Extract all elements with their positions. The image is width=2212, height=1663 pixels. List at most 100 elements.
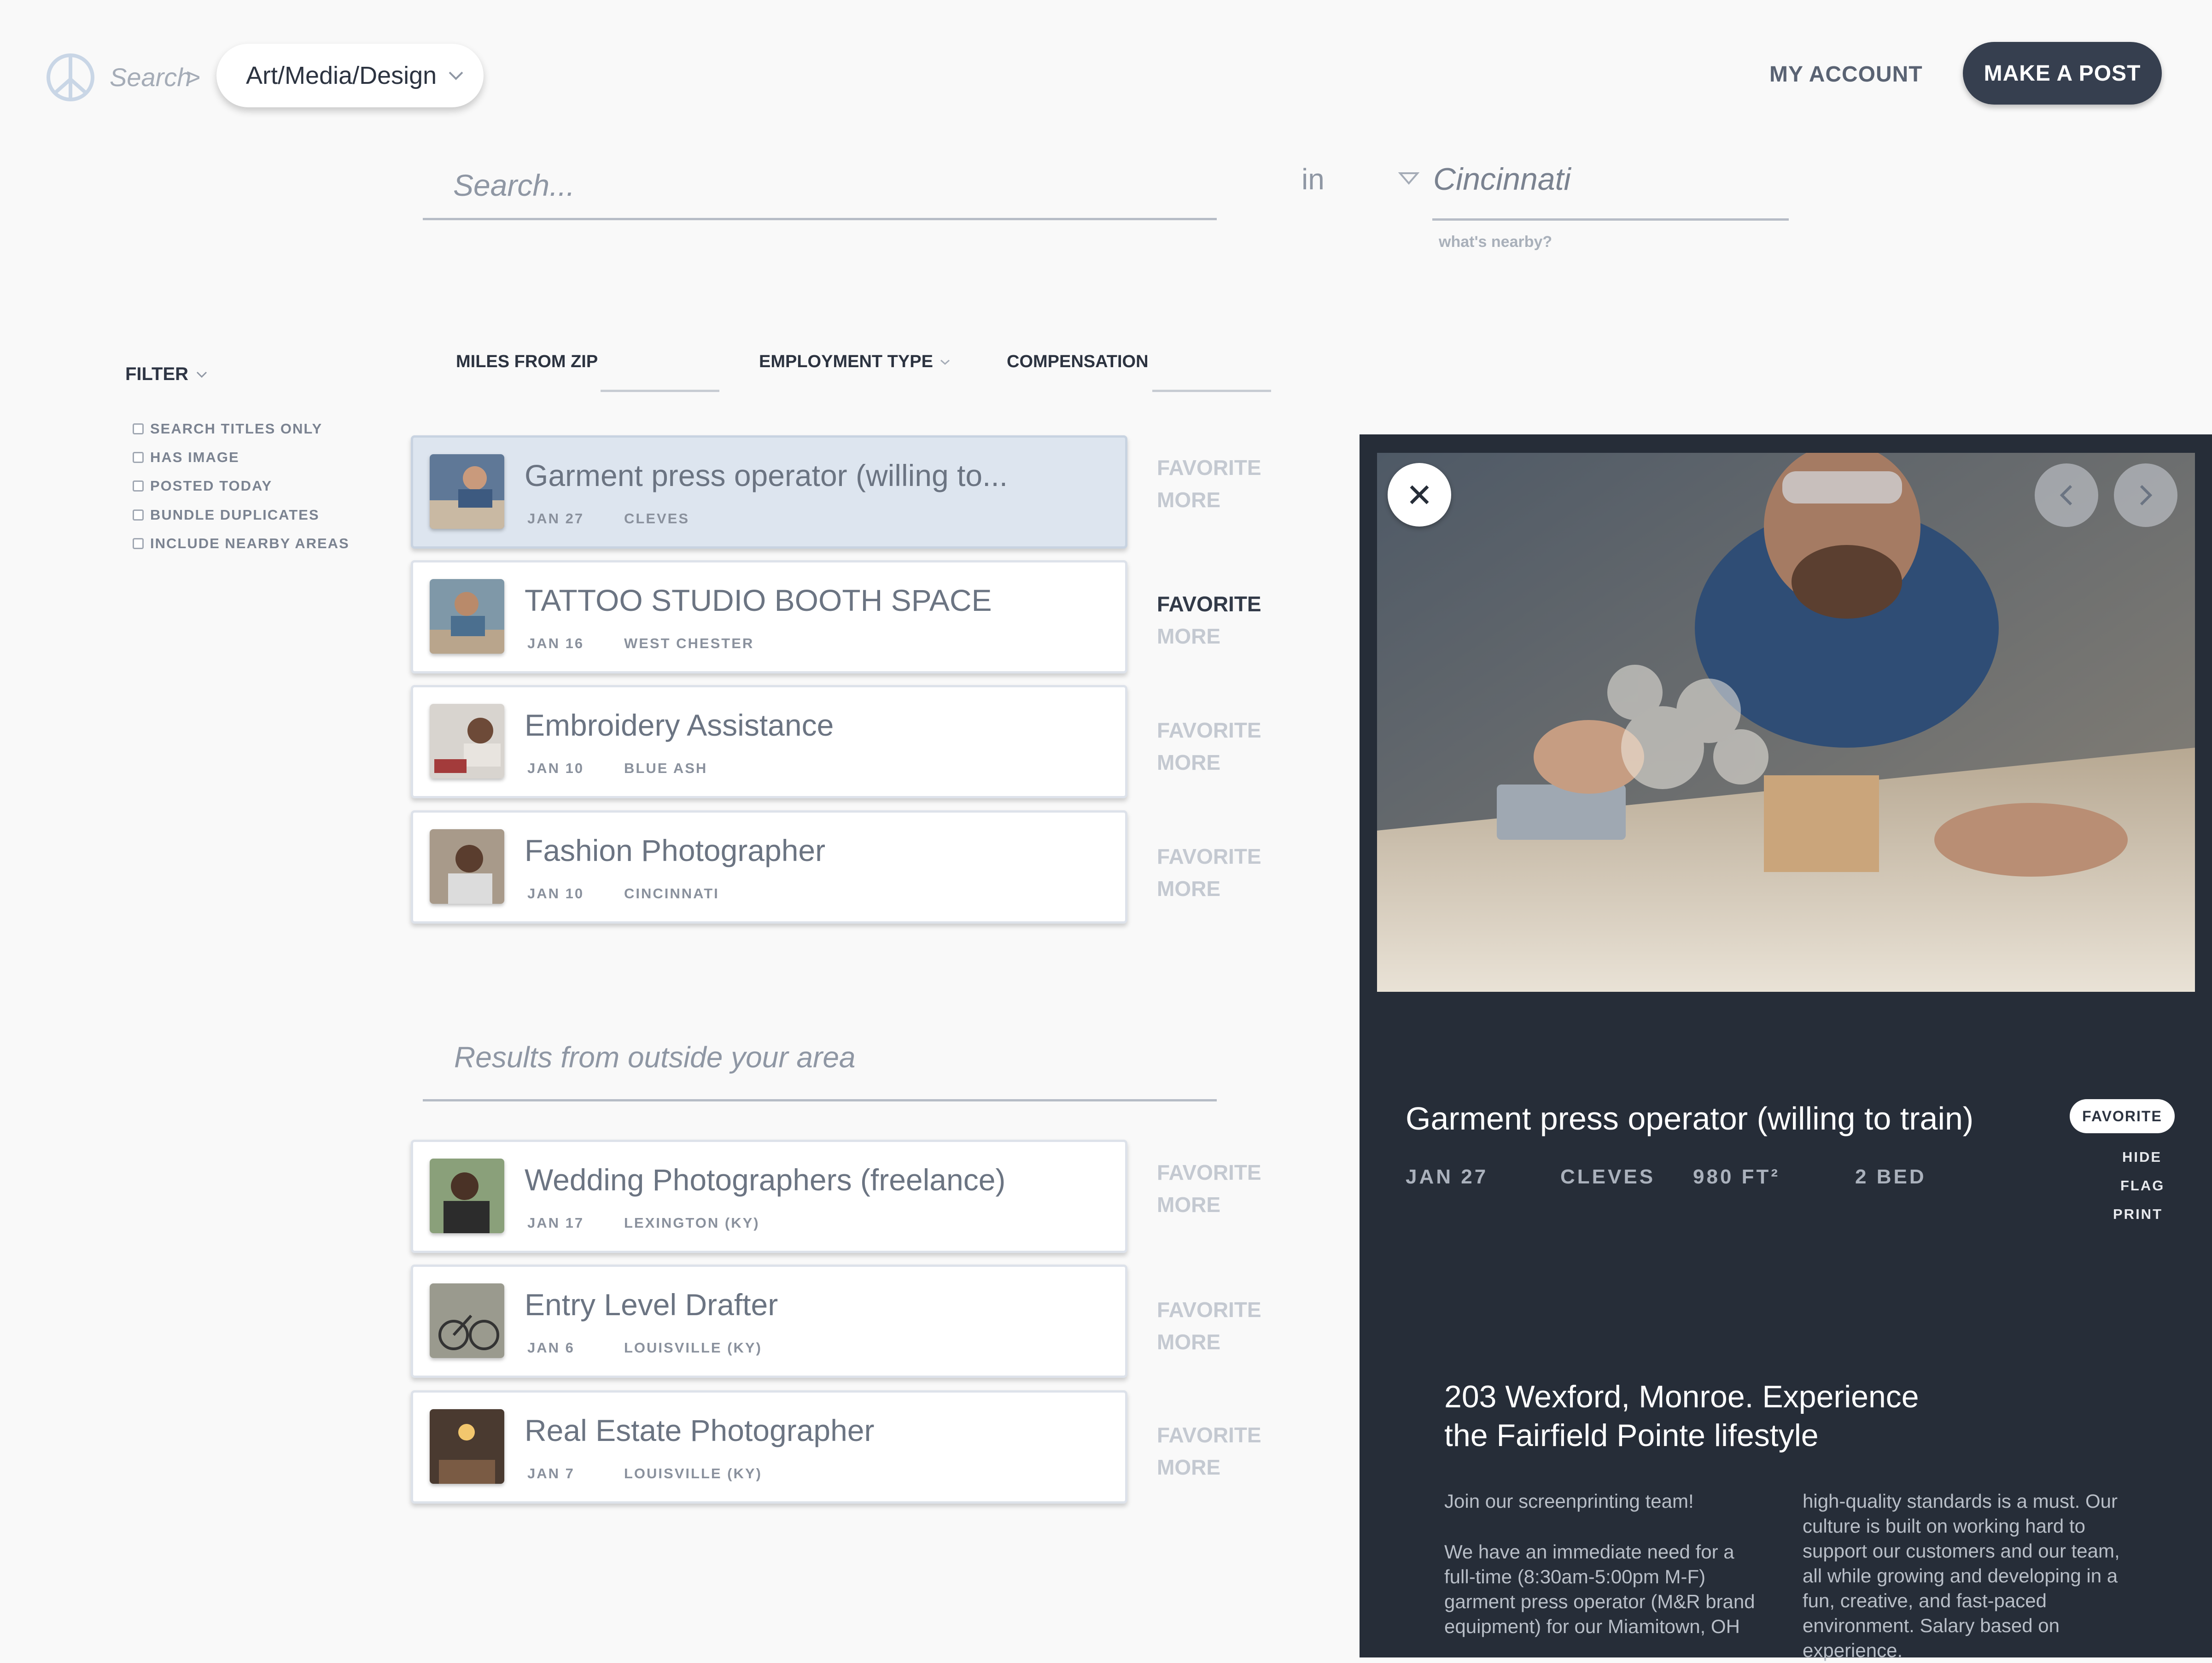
listing-thumbnail <box>430 1283 504 1358</box>
favorite-button[interactable]: FAVORITE <box>1157 1423 1261 1447</box>
listing-title: Real Estate Photographer <box>525 1413 875 1447</box>
listing-thumbnail <box>430 1159 504 1233</box>
make-post-button[interactable]: MAKE A POST <box>1963 42 2162 105</box>
filter-option-label: POSTED TODAY <box>150 478 273 494</box>
location-field[interactable]: Cincinnati <box>1433 161 1571 197</box>
filter-has-image[interactable]: HAS IMAGE <box>133 449 239 466</box>
listing-thumbnail <box>430 1409 504 1484</box>
flag-button[interactable]: FLAG <box>2120 1177 2165 1194</box>
divider <box>423 1099 1217 1101</box>
body-paragraph: We have an immediate need for a full-tim… <box>1444 1541 1755 1637</box>
listing-location: CINCINNATI <box>624 885 719 902</box>
filter-toggle[interactable]: FILTER <box>125 364 208 385</box>
outside-area-heading: Results from outside your area <box>454 1041 856 1074</box>
listing-date: JAN 17 <box>527 1215 584 1231</box>
listing-card[interactable]: Garment press operator (willing to... JA… <box>411 435 1127 549</box>
favorite-button[interactable]: FAVORITE <box>1157 591 1261 616</box>
favorite-button[interactable]: FAVORITE <box>1157 455 1261 480</box>
filter-option-label: HAS IMAGE <box>150 449 239 465</box>
prev-image-button[interactable] <box>2035 463 2098 527</box>
location-underline <box>1432 218 1789 221</box>
in-label: in <box>1302 163 1325 196</box>
listing-thumbnail <box>430 579 504 654</box>
more-button[interactable]: MORE <box>1157 1192 1220 1217</box>
listing-date: JAN 10 <box>527 885 584 902</box>
checkbox[interactable] <box>133 480 144 492</box>
checkbox[interactable] <box>133 509 144 521</box>
miles-input-line[interactable] <box>601 390 719 392</box>
detail-size: 980 FT² <box>1693 1165 1780 1188</box>
facet-label: EMPLOYMENT TYPE <box>759 352 933 371</box>
caret-down-icon[interactable] <box>1398 171 1419 185</box>
listing-location: LOUISVILLE (KY) <box>624 1340 762 1356</box>
checkbox[interactable] <box>133 538 144 549</box>
detail-date: JAN 27 <box>1406 1165 1488 1188</box>
filter-include-nearby[interactable]: INCLUDE NEARBY AREAS <box>133 535 350 552</box>
subtitle-line: 203 Wexford, Monroe. Experience <box>1444 1379 1919 1414</box>
hide-button[interactable]: HIDE <box>2122 1149 2162 1165</box>
listing-title: Embroidery Assistance <box>525 708 834 742</box>
chevron-down-icon <box>196 371 207 378</box>
my-account-link[interactable]: MY ACCOUNT <box>1769 62 1923 87</box>
listing-date: JAN 16 <box>527 635 584 651</box>
chevron-right-icon <box>2140 485 2153 506</box>
more-button[interactable]: MORE <box>1157 750 1220 775</box>
print-button[interactable]: PRINT <box>2113 1206 2163 1223</box>
facet-miles-from-zip[interactable]: MILES FROM ZIP <box>456 352 598 372</box>
listing-card[interactable]: Wedding Photographers (freelance) JAN 17… <box>411 1140 1127 1253</box>
listing-thumbnail <box>430 829 504 904</box>
compensation-input-line[interactable] <box>1152 390 1271 392</box>
listing-card[interactable]: TATTOO STUDIO BOOTH SPACE JAN 16 WEST CH… <box>411 560 1127 673</box>
chevron-down-icon <box>449 71 463 80</box>
more-button[interactable]: MORE <box>1157 624 1220 649</box>
filter-option-label: BUNDLE DUPLICATES <box>150 507 320 523</box>
favorite-button[interactable]: FAVORITE <box>1157 844 1261 869</box>
whats-nearby-link[interactable]: what's nearby? <box>1439 233 1552 251</box>
category-dropdown[interactable]: Art/Media/Design <box>216 44 484 107</box>
checkbox[interactable] <box>133 452 144 463</box>
chevron-left-icon <box>2060 485 2072 506</box>
filter-search-titles-only[interactable]: SEARCH TITLES ONLY <box>133 421 322 437</box>
listing-location: CLEVES <box>624 510 690 527</box>
breadcrumb-separator: > <box>186 64 201 91</box>
listing-title: Wedding Photographers (freelance) <box>525 1163 1006 1197</box>
next-image-button[interactable] <box>2114 463 2177 527</box>
listing-card[interactable]: Embroidery Assistance JAN 10 BLUE ASH <box>411 685 1127 798</box>
listing-hero-image <box>1377 453 2195 992</box>
favorite-button[interactable]: FAVORITE <box>1157 1160 1261 1185</box>
filter-label: FILTER <box>125 364 189 384</box>
search-input[interactable] <box>423 152 1217 220</box>
listing-title: Garment press operator (willing to... <box>525 458 1008 492</box>
facet-employment-type[interactable]: EMPLOYMENT TYPE <box>759 352 951 372</box>
subtitle-line: the Fairfield Pointe lifestyle <box>1444 1418 1819 1453</box>
breadcrumb-search-link[interactable]: Search <box>110 62 191 92</box>
more-button[interactable]: MORE <box>1157 1455 1220 1480</box>
favorite-button[interactable]: FAVORITE <box>1157 1297 1261 1322</box>
chevron-down-icon <box>940 359 950 365</box>
listing-date: JAN 6 <box>527 1340 575 1356</box>
filter-option-label: INCLUDE NEARBY AREAS <box>150 535 350 551</box>
detail-title: Garment press operator (willing to train… <box>1406 1101 1974 1136</box>
filter-option-label: SEARCH TITLES ONLY <box>150 421 323 437</box>
listing-date: JAN 10 <box>527 760 584 776</box>
listing-card[interactable]: Real Estate Photographer JAN 7 LOUISVILL… <box>411 1390 1127 1504</box>
listing-thumbnail <box>430 704 504 779</box>
facet-compensation[interactable]: COMPENSATION <box>1007 352 1149 372</box>
more-button[interactable]: MORE <box>1157 876 1220 901</box>
filter-posted-today[interactable]: POSTED TODAY <box>133 478 272 494</box>
checkbox[interactable] <box>133 423 144 434</box>
listing-location: WEST CHESTER <box>624 635 754 651</box>
filter-bundle-duplicates[interactable]: BUNDLE DUPLICATES <box>133 507 320 523</box>
close-button[interactable] <box>1388 463 1451 527</box>
listing-card[interactable]: Fashion Photographer JAN 10 CINCINNATI <box>411 810 1127 924</box>
more-button[interactable]: MORE <box>1157 487 1220 512</box>
favorite-button[interactable]: FAVORITE <box>1157 718 1261 743</box>
detail-favorite-button[interactable]: FAVORITE <box>2070 1099 2175 1133</box>
listing-card[interactable]: Entry Level Drafter JAN 6 LOUISVILLE (KY… <box>411 1265 1127 1378</box>
more-button[interactable]: MORE <box>1157 1329 1220 1354</box>
listing-thumbnail <box>430 454 504 529</box>
detail-subtitle: 203 Wexford, Monroe. Experience the Fair… <box>1444 1377 1997 1455</box>
listing-title: Entry Level Drafter <box>525 1288 778 1322</box>
peace-logo-icon[interactable] <box>45 52 96 103</box>
detail-location: CLEVES <box>1560 1165 1656 1188</box>
